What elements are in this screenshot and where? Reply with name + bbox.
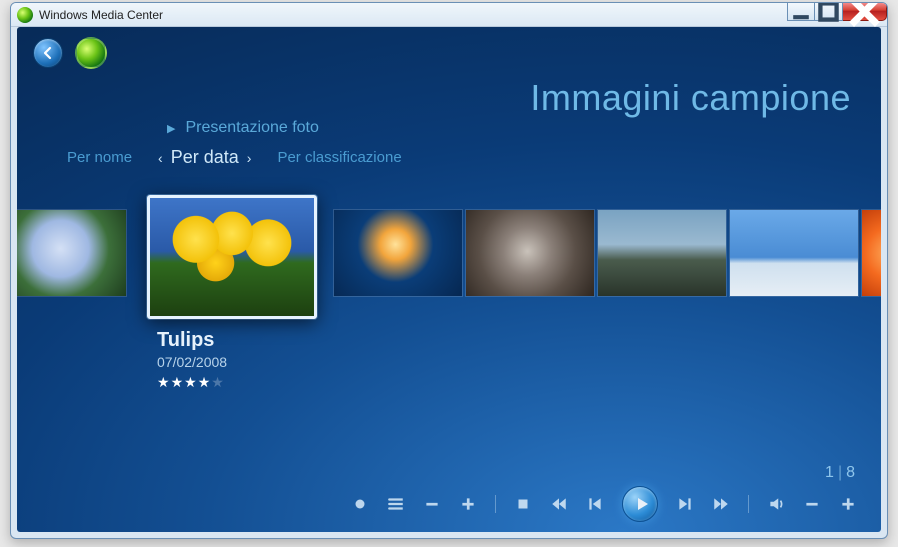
thumb-jellyfish[interactable] xyxy=(333,209,463,297)
sort-by-date[interactable]: ‹ Per data › xyxy=(158,147,251,168)
star-icon: ★ xyxy=(198,374,212,390)
maximize-button[interactable] xyxy=(815,3,843,21)
guide-button[interactable] xyxy=(387,495,405,513)
app-icon xyxy=(17,7,33,23)
close-button[interactable] xyxy=(843,3,887,21)
sort-by-date-label: Per data xyxy=(171,147,239,168)
separator xyxy=(748,495,749,513)
item-counter: 1|8 xyxy=(825,464,855,482)
selected-meta: Tulips 07/02/2008 ★★★★★ xyxy=(157,329,227,391)
app-window: Windows Media Center Immagini campione ▶… xyxy=(10,2,888,539)
thumb-chrysanthemum[interactable] xyxy=(861,209,881,297)
star-icon: ★ xyxy=(184,374,198,390)
mute-button[interactable] xyxy=(767,495,785,513)
selected-title: Tulips xyxy=(157,329,227,352)
window-title: Windows Media Center xyxy=(39,8,163,22)
image-placeholder xyxy=(862,210,881,296)
volume-up-button[interactable] xyxy=(839,495,857,513)
play-button[interactable] xyxy=(622,486,658,522)
rating-stars: ★★★★★ xyxy=(157,374,227,391)
image-placeholder xyxy=(466,210,594,296)
volume-down-button[interactable] xyxy=(803,495,821,513)
fast-forward-button[interactable] xyxy=(712,495,730,513)
window-controls xyxy=(787,3,887,21)
sort-by-rating[interactable]: Per classificazione xyxy=(277,149,401,166)
slideshow-link[interactable]: ▶ Presentazione foto xyxy=(167,119,319,137)
selected-date: 07/02/2008 xyxy=(157,354,227,370)
thumb-lighthouse[interactable] xyxy=(597,209,727,297)
image-placeholder xyxy=(17,210,126,296)
slideshow-label: Presentazione foto xyxy=(185,119,318,137)
star-icon: ★ xyxy=(211,374,225,390)
thumbnail-strip xyxy=(17,199,881,329)
start-logo-button[interactable] xyxy=(75,37,107,69)
separator xyxy=(495,495,496,513)
minimize-button[interactable] xyxy=(787,3,815,21)
counter-index: 1 xyxy=(825,464,834,481)
star-icon: ★ xyxy=(157,374,171,390)
record-button[interactable] xyxy=(351,495,369,513)
sort-row: Per nome ‹ Per data › Per classificazion… xyxy=(67,147,402,168)
page-title: Immagini campione xyxy=(530,77,851,119)
thumb-hydrangeas[interactable] xyxy=(17,209,127,297)
previous-button[interactable] xyxy=(586,495,604,513)
image-placeholder xyxy=(598,210,726,296)
image-placeholder xyxy=(730,210,858,296)
caret-right-icon: › xyxy=(247,150,252,166)
image-placeholder xyxy=(150,198,314,316)
play-icon: ▶ xyxy=(167,122,175,135)
media-center-area: Immagini campione ▶ Presentazione foto P… xyxy=(17,27,881,532)
next-button[interactable] xyxy=(676,495,694,513)
rewind-button[interactable] xyxy=(550,495,568,513)
image-placeholder xyxy=(334,210,462,296)
caret-left-icon: ‹ xyxy=(158,150,163,166)
channel-up-button[interactable] xyxy=(459,495,477,513)
star-icon: ★ xyxy=(171,374,185,390)
thumb-koala[interactable] xyxy=(465,209,595,297)
channel-down-button[interactable] xyxy=(423,495,441,513)
transport-bar xyxy=(17,486,881,522)
sort-by-name[interactable]: Per nome xyxy=(67,149,132,166)
counter-sep: | xyxy=(838,464,842,481)
thumb-tulips[interactable] xyxy=(147,195,317,319)
back-button[interactable] xyxy=(33,38,63,68)
titlebar: Windows Media Center xyxy=(11,3,887,27)
top-nav xyxy=(33,37,107,69)
stop-button[interactable] xyxy=(514,495,532,513)
thumb-penguins[interactable] xyxy=(729,209,859,297)
counter-total: 8 xyxy=(846,464,855,481)
